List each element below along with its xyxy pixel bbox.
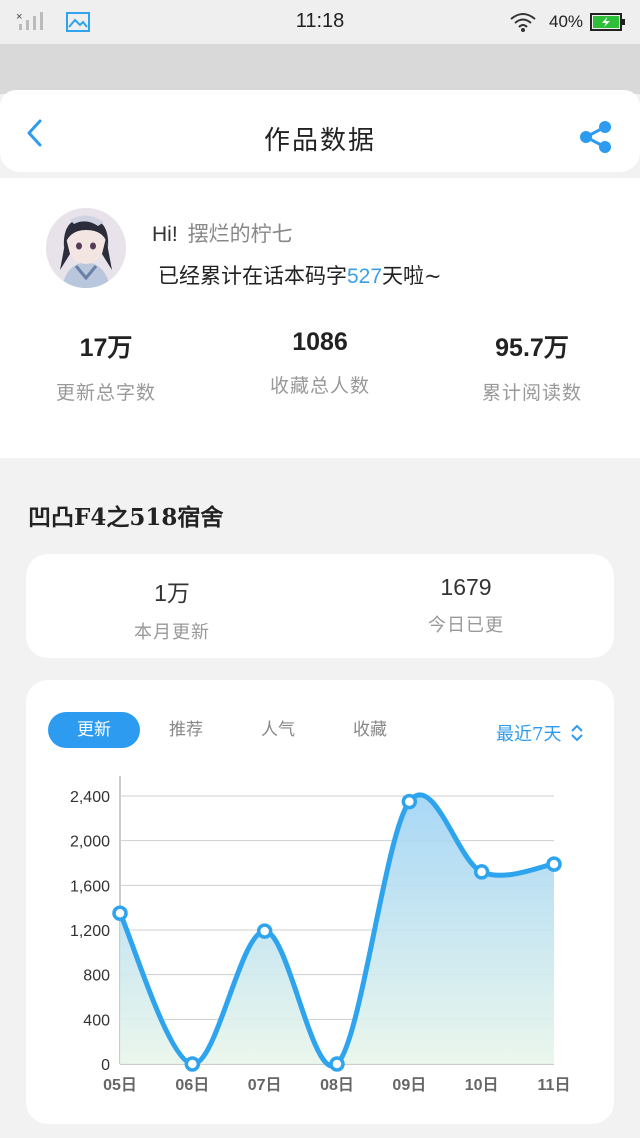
update-chart: 0 400 800 1,200 1,600 2,000 2,400 05日 06日 07日 08日… xyxy=(70,776,571,1094)
x-tick-label: 09日 xyxy=(392,1076,426,1094)
y-tick-label: 2,000 xyxy=(70,834,110,851)
stat-value: 1万 xyxy=(154,580,190,606)
y-tick-label: 1,600 xyxy=(70,878,110,895)
stat-value: 1679 xyxy=(440,574,492,600)
writing-days-prefix: 已经累计在话本码字 xyxy=(158,264,347,288)
stat-label: 累计阅读数 xyxy=(481,382,582,404)
data-point[interactable] xyxy=(184,1056,201,1072)
y-tick-label: 400 xyxy=(83,1012,110,1029)
x-tick-label: 08日 xyxy=(320,1076,354,1094)
x-tick-label: 11日 xyxy=(538,1076,571,1094)
data-point[interactable] xyxy=(401,793,418,810)
stat-total-reads: 95.7万 累计阅读数 xyxy=(432,328,632,405)
stat-month-updates: 1万 本月更新 xyxy=(72,574,272,644)
x-tick-label: 07日 xyxy=(248,1076,282,1094)
username: 摆烂的柠七 xyxy=(187,222,293,246)
stat-label: 本月更新 xyxy=(134,622,210,643)
stat-label: 收藏总人数 xyxy=(269,375,370,397)
writing-days-count: 527 xyxy=(347,265,383,288)
share-icon[interactable] xyxy=(578,120,614,154)
y-tick-label: 0 xyxy=(101,1057,110,1074)
greeting: Hi! 摆烂的柠七 xyxy=(152,218,293,248)
book-stats-card: 1万 本月更新 1679 今日已更 xyxy=(26,554,614,658)
battery-charging-icon xyxy=(590,13,625,31)
book-title: 凹凸F4之518宿舍 xyxy=(28,504,224,531)
battery-percent: 40% xyxy=(549,12,584,31)
y-tick-label: 800 xyxy=(83,968,110,985)
header-backdrop xyxy=(0,44,640,94)
clock: 11:18 xyxy=(295,10,345,32)
stat-value: 1086 xyxy=(292,328,348,356)
data-point[interactable] xyxy=(473,864,490,880)
chart-card: 更新 推荐 人气 收藏 最近7天 0 400 800 1,200 1,600 2,000 2… xyxy=(26,680,614,1124)
stat-total-words: 17万 更新总字数 xyxy=(6,328,206,405)
stat-value: 95.7万 xyxy=(495,334,569,362)
x-tick-label: 05日 xyxy=(103,1076,137,1094)
stat-label: 今日已更 xyxy=(428,615,504,636)
x-tick-label: 10日 xyxy=(465,1076,499,1094)
stat-today-updates: 1679 今日已更 xyxy=(366,574,566,637)
data-point[interactable] xyxy=(329,1056,345,1072)
page-title: 作品数据 xyxy=(263,126,376,156)
avatar[interactable] xyxy=(46,208,126,288)
data-point[interactable] xyxy=(256,923,273,939)
x-tick-label: 06日 xyxy=(175,1076,209,1094)
y-tick-label: 1,200 xyxy=(70,923,110,940)
stat-value: 17万 xyxy=(79,334,133,362)
nav-bar: 作品数据 xyxy=(0,90,640,172)
data-point[interactable] xyxy=(112,905,128,921)
stat-total-favorites: 1086 收藏总人数 xyxy=(220,328,420,398)
status-bar: × 11:18 40% xyxy=(0,0,640,44)
writing-days-suffix: 天啦~ xyxy=(382,264,442,288)
wifi-icon xyxy=(510,13,536,32)
writing-days: 已经累计在话本码字527天啦~ xyxy=(158,260,442,290)
y-tick-label: 2,400 xyxy=(70,789,110,806)
data-point[interactable] xyxy=(546,856,562,872)
stat-label: 更新总字数 xyxy=(55,382,156,404)
profile-card: Hi! 摆烂的柠七 已经累计在话本码字527天啦~ 17万 更新总字数 1086 … xyxy=(0,178,640,458)
greeting-hi: Hi! xyxy=(152,223,178,246)
